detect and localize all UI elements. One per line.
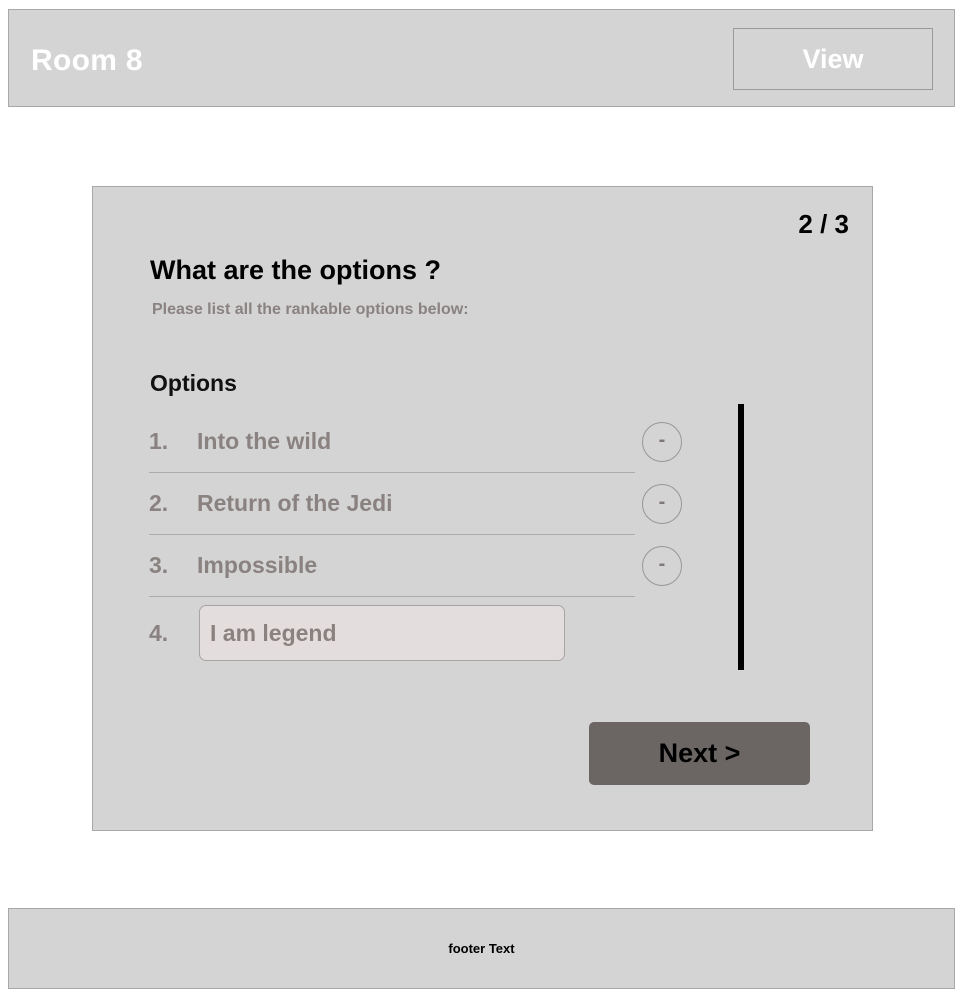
minus-icon: - (658, 552, 666, 575)
option-index: 3. (149, 552, 169, 578)
option-label: Impossible (197, 552, 318, 578)
list-item[interactable]: 4. (149, 597, 635, 669)
question-card: 2 / 3 What are the options ? Please list… (92, 186, 873, 831)
list-item[interactable]: 1. Into the wild - (149, 411, 682, 473)
option-index: 1. (149, 428, 169, 454)
view-button[interactable]: View (733, 28, 933, 90)
new-option-input[interactable] (199, 605, 565, 661)
option-index: 4. (149, 619, 169, 646)
minus-icon: - (658, 490, 666, 513)
options-list: 1. Into the wild - 2. Return of the Jedi… (149, 411, 682, 669)
remove-option-button[interactable]: - (642, 483, 682, 524)
option-label: Into the wild (197, 428, 332, 454)
scrollbar-thumb[interactable] (738, 404, 744, 670)
next-button[interactable]: Next > (589, 722, 810, 785)
card-heading: What are the options ? (150, 255, 442, 285)
view-button-label: View (802, 43, 864, 74)
app-header: Room 8 View (8, 9, 955, 107)
page-counter: 2 / 3 (798, 209, 849, 239)
list-item[interactable]: 2. Return of the Jedi - (149, 473, 682, 535)
options-section-title: Options (150, 370, 237, 396)
list-item[interactable]: 3. Impossible - (149, 535, 682, 597)
card-subheading: Please list all the rankable options bel… (152, 301, 469, 318)
option-index: 2. (149, 490, 169, 516)
minus-icon: - (658, 428, 666, 451)
options-list-scrollbar[interactable] (738, 404, 744, 670)
option-label: Return of the Jedi (197, 490, 393, 516)
footer-text: footer Text (448, 941, 515, 956)
remove-option-button[interactable]: - (642, 421, 682, 462)
remove-option-button[interactable]: - (642, 545, 682, 586)
page-title: Room 8 (31, 44, 143, 77)
app-footer: footer Text (8, 908, 955, 989)
next-button-label: Next > (658, 738, 741, 768)
